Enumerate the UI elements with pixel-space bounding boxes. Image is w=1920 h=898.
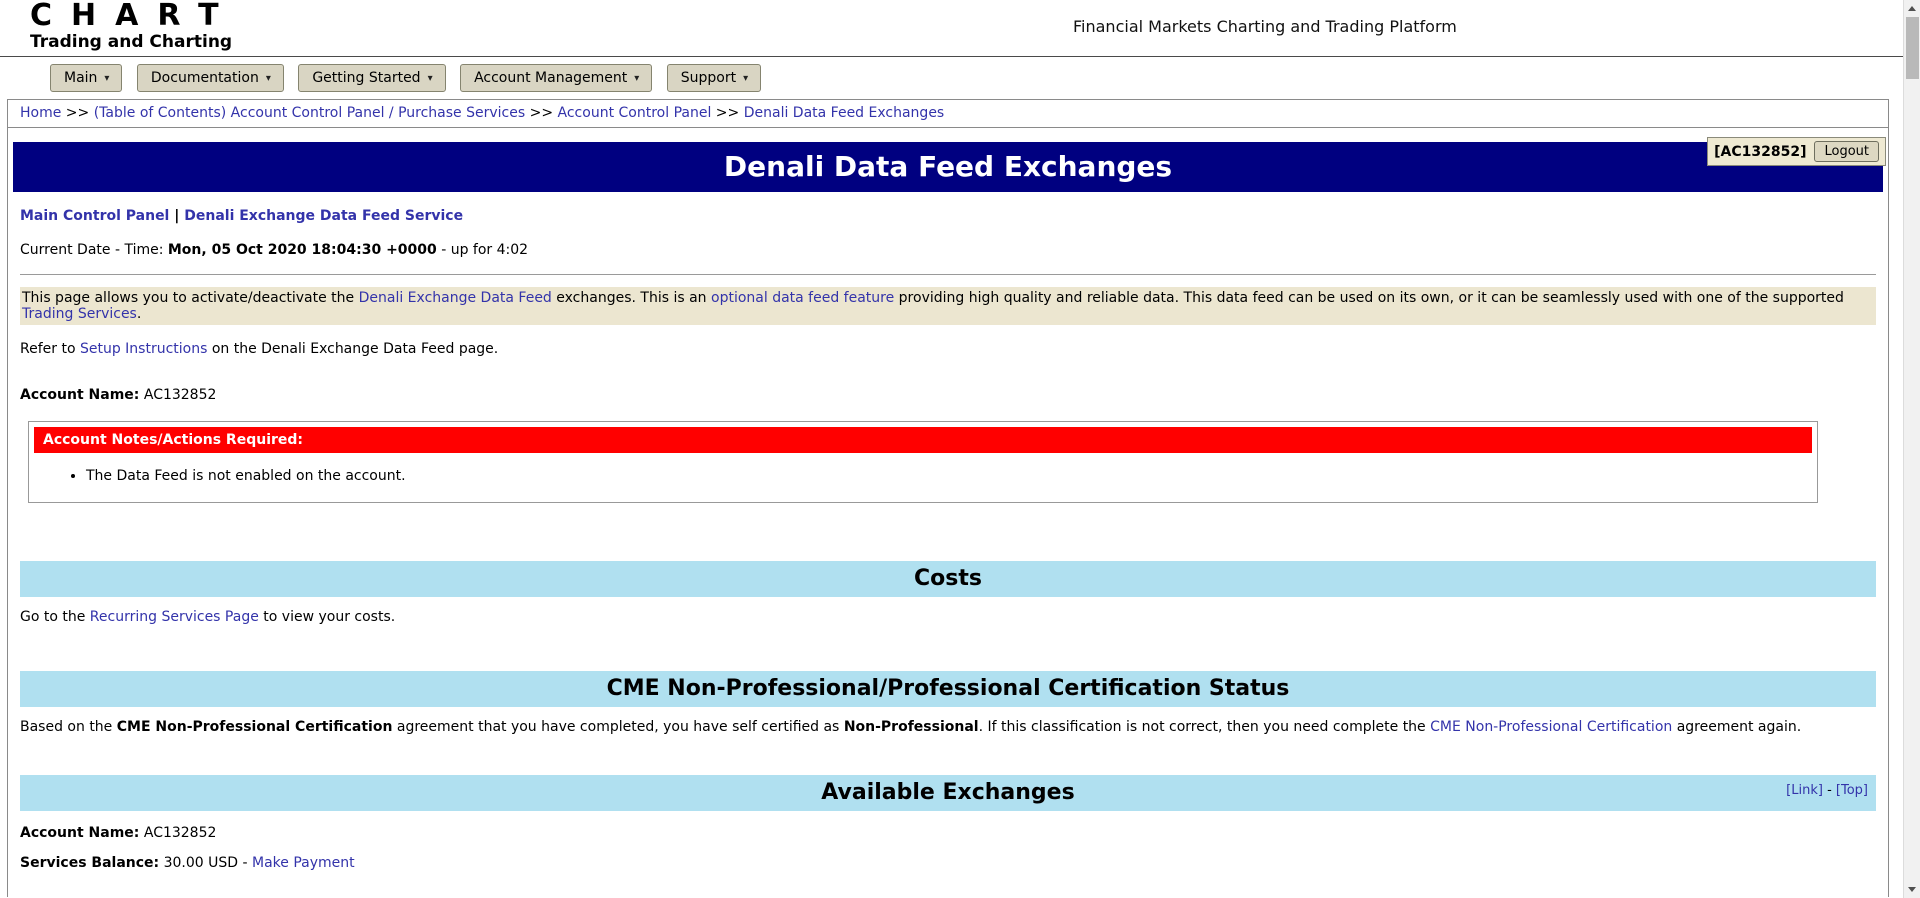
caret-down-icon: ▾ [743, 73, 749, 84]
setup-instructions-link[interactable]: Setup Instructions [80, 341, 207, 357]
logo-subtext: Trading and Charting [30, 32, 233, 52]
breadcrumb-separator: >> [61, 105, 94, 121]
account-notes-box: Account Notes/Actions Required: The Data… [28, 421, 1818, 503]
nav-documentation-button[interactable]: Documentation ▾ [136, 64, 284, 92]
nav-documentation-label: Documentation [150, 70, 259, 86]
scrollbar-thumb[interactable] [1906, 17, 1919, 79]
cme-text: agreement that you have completed, you h… [392, 719, 844, 735]
account-id-badge: [AC132852] [1714, 143, 1807, 160]
caret-down-icon: ▾ [427, 73, 433, 84]
non-professional-bold: Non-Professional [843, 719, 979, 735]
quick-links-separator: | [169, 208, 185, 224]
intro-text: . [136, 306, 142, 322]
section-anchor-links: [Link] - [Top] [1786, 783, 1868, 798]
nav-main-button[interactable]: Main ▾ [50, 64, 123, 92]
optional-data-feed-feature-link[interactable]: optional data feed feature [711, 290, 894, 306]
nav-account-management-button[interactable]: Account Management ▾ [460, 64, 653, 92]
breadcrumb-current-page: Denali Data Feed Exchanges [743, 105, 945, 121]
cme-certification-bold: CME Non-Professional Certification [116, 719, 393, 735]
breadcrumb-separator: >> [525, 105, 558, 121]
intro-text: exchanges. This is an [551, 290, 711, 306]
intro-text: This page allows you to activate/deactiv… [22, 290, 359, 306]
cme-certification-link[interactable]: CME Non-Professional Certification [1430, 719, 1672, 735]
nav-main-label: Main [64, 70, 98, 86]
make-payment-link[interactable]: Make Payment [252, 855, 355, 871]
account-notes-header: Account Notes/Actions Required: [34, 427, 1812, 453]
denali-exchange-data-feed-link[interactable]: Denali Exchange Data Feed [359, 290, 552, 306]
available-exchanges-section-header: [Link] - [Top] Available Exchanges [20, 775, 1876, 811]
account-note-item: The Data Feed is not enabled on the acco… [86, 468, 1812, 484]
services-balance-value: 30.00 USD - [159, 855, 252, 871]
breadcrumb-toc-link[interactable]: (Table of Contents) Account Control Pane… [94, 105, 525, 121]
logo-text: CHART [30, 0, 238, 33]
refer-text: on the Denali Exchange Data Feed page. [207, 341, 499, 357]
uptime-text: - up for 4:02 [436, 242, 529, 258]
page-frame: Home >> (Table of Contents) Account Cont… [7, 99, 1889, 897]
breadcrumb-account-control-panel-link[interactable]: Account Control Panel [558, 105, 712, 121]
denali-data-feed-service-link[interactable]: Denali Exchange Data Feed Service [184, 208, 463, 224]
nav-support-button[interactable]: Support ▾ [666, 64, 762, 92]
nav-support-label: Support [680, 70, 737, 86]
platform-title: Financial Markets Charting and Trading P… [1073, 17, 1457, 36]
divider [20, 274, 1876, 275]
datetime-label: Current Date - Time: [20, 242, 168, 258]
account-notes-list: The Data Feed is not enabled on the acco… [34, 468, 1812, 484]
main-nav: Main ▾ Documentation ▾ Getting Started ▾ Ac… [0, 57, 1903, 99]
site-header: CHART Trading and Charting Financial Mark… [0, 0, 1903, 57]
scroll-down-icon[interactable] [1904, 881, 1920, 898]
caret-down-icon: ▾ [634, 73, 640, 84]
datetime-value: Mon, 05 Oct 2020 18:04:30 +0000 [167, 242, 437, 258]
refer-paragraph: Refer to Setup Instructions on the Denal… [20, 341, 1876, 357]
scroll-up-icon[interactable] [1904, 0, 1920, 17]
caret-down-icon: ▾ [265, 73, 271, 84]
services-balance-label: Services Balance: [20, 855, 160, 871]
page-content: Main Control Panel | Denali Exchange Dat… [8, 208, 1888, 891]
account-name-label: Account Name: [20, 825, 140, 841]
breadcrumb-home-link[interactable]: Home [20, 105, 61, 121]
available-exchanges-title: Available Exchanges [821, 780, 1075, 805]
account-name-value: AC132852 [139, 387, 217, 403]
cme-paragraph: Based on the CME Non-Professional Certif… [20, 719, 1876, 735]
cme-text: . If this classification is not correct,… [978, 719, 1431, 735]
costs-text: to view your costs. [258, 609, 396, 625]
main-control-panel-link[interactable]: Main Control Panel [20, 208, 169, 224]
site-logo[interactable]: CHART Trading and Charting [30, 0, 238, 53]
intro-text: providing high quality and reliable data… [894, 290, 1844, 306]
vertical-scrollbar[interactable] [1903, 0, 1920, 898]
section-top-anchor[interactable]: [Top] [1836, 783, 1868, 798]
section-link-anchor[interactable]: [Link] [1786, 783, 1823, 798]
logout-button[interactable]: Logout [1814, 141, 1879, 162]
cme-text: agreement again. [1672, 719, 1802, 735]
current-datetime-row: Current Date - Time: Mon, 05 Oct 2020 18… [20, 242, 1876, 258]
account-name-row: Account Name: AC132852 [20, 825, 1876, 841]
breadcrumb-separator: >> [711, 105, 744, 121]
nav-getting-started-label: Getting Started [312, 70, 421, 86]
title-banner-row: Denali Data Feed Exchanges [AC132852] Lo… [13, 137, 1886, 192]
page-main-column: CHART Trading and Charting Financial Mark… [0, 0, 1903, 898]
costs-section-header: Costs [20, 561, 1876, 597]
recurring-services-page-link[interactable]: Recurring Services Page [90, 609, 259, 625]
refer-text: Refer to [20, 341, 80, 357]
nav-account-management-label: Account Management [474, 70, 628, 86]
nav-getting-started-button[interactable]: Getting Started ▾ [298, 64, 446, 92]
anchor-separator: - [1822, 783, 1836, 798]
services-balance-row: Services Balance: 30.00 USD - Make Payme… [20, 855, 1876, 871]
caret-down-icon: ▾ [104, 73, 110, 84]
account-session-box: [AC132852] Logout [1707, 137, 1886, 166]
costs-paragraph: Go to the Recurring Services Page to vie… [20, 609, 1876, 625]
intro-paragraph: This page allows you to activate/deactiv… [20, 287, 1876, 325]
page-title: Denali Data Feed Exchanges [13, 142, 1883, 192]
account-name-row: Account Name: AC132852 [20, 387, 1876, 403]
breadcrumb: Home >> (Table of Contents) Account Cont… [8, 100, 1888, 128]
costs-text: Go to the [20, 609, 90, 625]
account-name-label: Account Name: [20, 387, 140, 403]
cme-text: Based on the [20, 719, 117, 735]
quick-links-row: Main Control Panel | Denali Exchange Dat… [20, 208, 1876, 224]
cme-certification-section-header: CME Non-Professional/Professional Certif… [20, 671, 1876, 707]
trading-services-link[interactable]: Trading Services [22, 306, 137, 322]
account-name-value: AC132852 [139, 825, 217, 841]
